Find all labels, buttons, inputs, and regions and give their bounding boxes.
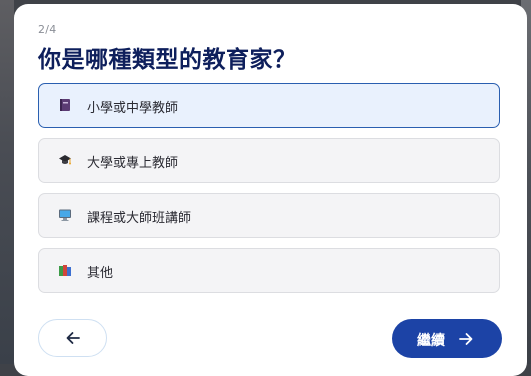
books-icon <box>59 265 71 276</box>
notebook-icon <box>60 99 70 111</box>
back-button[interactable] <box>38 319 107 357</box>
arrow-left-icon <box>66 332 80 344</box>
option-label: 課程或大師班講師 <box>87 211 192 226</box>
option-other[interactable]: 其他 <box>38 248 500 293</box>
option-university-teacher[interactable]: 大學或專上教師 <box>38 138 500 183</box>
onboarding-dialog: 2/4 你是哪種類型的教育家？ 小學或中學教師 大學或專上教師 課程或大師班講師 <box>14 4 527 376</box>
option-label: 其他 <box>87 266 114 281</box>
option-label: 小學或中學教師 <box>87 101 179 116</box>
step-indicator: 2/4 <box>38 23 57 36</box>
graduation-cap-icon <box>59 155 71 165</box>
option-course-instructor[interactable]: 課程或大師班講師 <box>38 193 500 238</box>
monitor-icon <box>59 209 71 221</box>
option-primary-secondary-teacher[interactable]: 小學或中學教師 <box>38 83 500 128</box>
arrow-right-icon <box>459 333 473 345</box>
continue-button[interactable]: 繼續 <box>392 319 502 358</box>
question-title: 你是哪種類型的教育家？ <box>38 47 297 73</box>
background-left <box>0 0 14 364</box>
option-label: 大學或專上教師 <box>87 156 179 171</box>
continue-label: 繼續 <box>417 333 445 349</box>
